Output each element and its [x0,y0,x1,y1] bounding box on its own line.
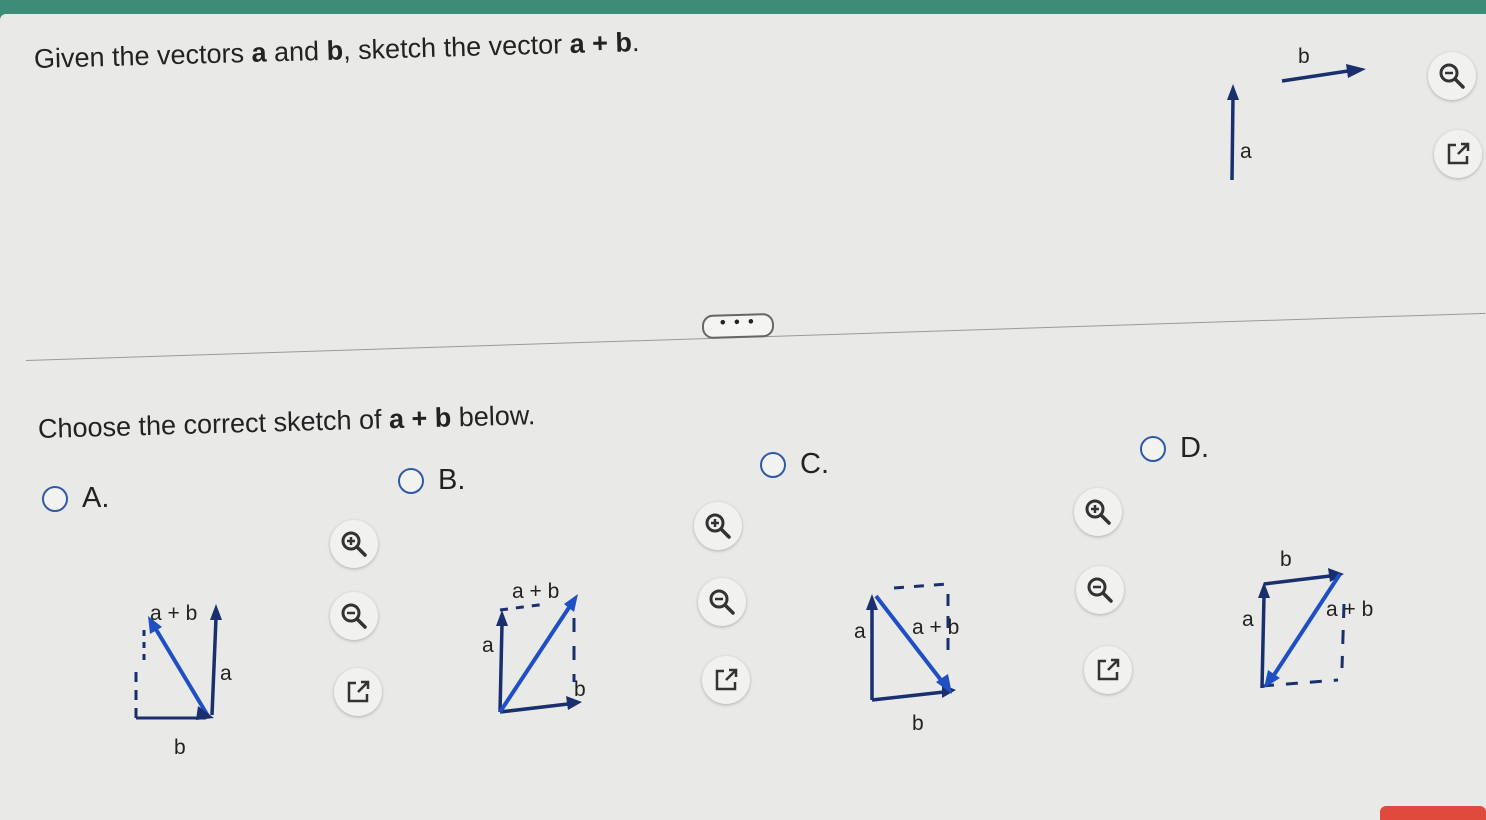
zoom-out-icon [341,603,367,629]
given-label-b: b [1298,45,1310,68]
option-a[interactable]: A. [42,482,109,515]
option-d-vector-b [1263,574,1331,586]
vector-a-arrow [1230,95,1235,181]
option-a-vector-a [210,617,218,716]
bottom-action-button[interactable] [1380,806,1486,820]
external-link-icon [1097,658,1120,681]
option-c-zoom-out-button[interactable] [1076,566,1124,614]
option-c[interactable]: C. [760,448,829,481]
svg-text:a: a [1242,608,1254,631]
option-a-radio[interactable] [42,485,68,512]
svg-text:a + b: a + b [150,602,197,625]
vector-b-arrow [1281,69,1349,83]
option-c-vector-b [871,690,945,702]
option-a-label: A. [82,482,110,514]
option-c-radio[interactable] [760,451,786,478]
svg-text:b: b [574,678,586,701]
zoom-out-icon [1087,577,1113,603]
zoom-in-icon [705,513,731,539]
external-link-icon [715,668,738,691]
option-b-zoom-out-button[interactable] [698,578,746,626]
option-b-label: B. [438,464,466,496]
option-d-vector-a [1260,595,1266,689]
option-b-graph: a + b a b [482,580,586,714]
option-a-zoom-in-button[interactable] [330,520,378,568]
svg-text:a: a [854,620,866,643]
given-zoom-out-button[interactable] [1428,52,1476,100]
svg-text:b: b [1280,548,1292,571]
svg-text:a + b: a + b [1326,598,1373,621]
given-vectors-figure: a b [1227,45,1366,181]
option-c-graph: a + b a b [854,582,959,735]
option-d-radio[interactable] [1140,435,1166,462]
option-d[interactable]: D. [1140,432,1209,465]
zoom-in-icon [1085,499,1111,525]
option-c-zoom-in-button[interactable] [1074,488,1122,536]
option-b-external-link-button[interactable] [702,656,750,704]
option-b-vector-b [499,702,569,714]
zoom-in-icon [341,531,367,557]
zoom-out-icon [1439,63,1465,89]
external-link-icon [1447,142,1470,165]
vector-b-label: b [326,35,344,66]
zoom-out-icon [709,589,735,615]
given-external-link-button[interactable] [1434,130,1482,178]
svg-text:b: b [174,736,186,759]
svg-text:a: a [220,662,232,685]
svg-text:b: b [912,712,924,735]
option-b[interactable]: B. [398,464,465,497]
option-a-external-link-button[interactable] [334,668,382,716]
option-a-zoom-out-button[interactable] [330,592,378,640]
option-d-vector-sum [1270,572,1342,680]
option-b-radio[interactable] [398,467,424,494]
option-a-graph: a + b a b [134,602,232,759]
external-link-icon [347,680,370,703]
svg-text:a + b: a + b [512,580,559,603]
option-a-vector-sum [152,624,210,718]
given-label-a: a [1240,140,1252,163]
svg-text:a: a [482,634,494,657]
option-b-zoom-in-button[interactable] [694,502,742,550]
show-more-button[interactable]: • • • [701,312,775,340]
option-b-vector-sum [498,604,572,714]
option-c-external-link-button[interactable] [1084,646,1132,694]
option-c-label: C. [800,448,829,480]
vector-a-label: a [251,37,267,68]
option-d-label: D. [1180,432,1209,464]
option-d-graph: a + b a b [1242,548,1373,689]
svg-text:a + b: a + b [912,616,959,639]
option-b-vector-a [498,623,504,713]
vector-sum-label: a + b [569,27,633,60]
option-c-vector-sum [874,594,946,686]
